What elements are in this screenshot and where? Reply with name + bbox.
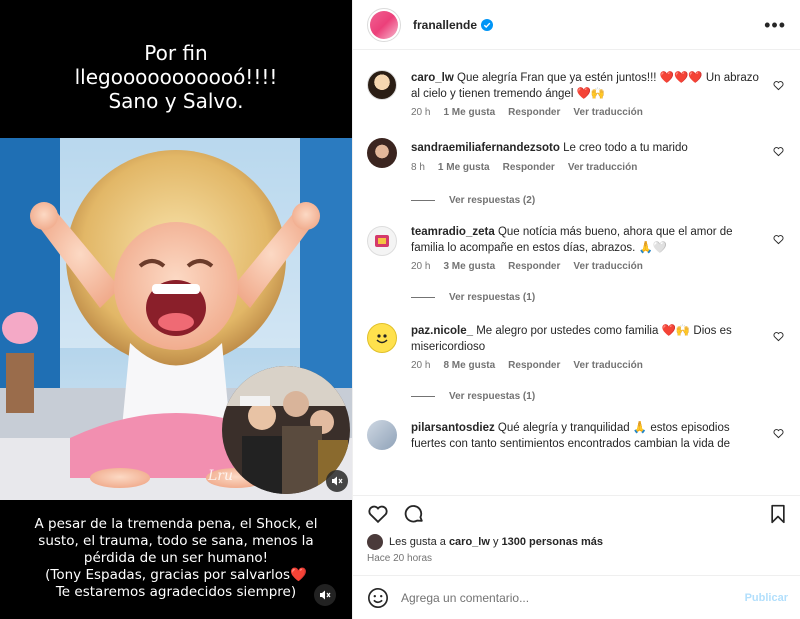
mute-toggle-button[interactable] (326, 470, 348, 492)
comment-item: caro_lw Que alegría Fran que ya estén ju… (367, 70, 786, 118)
like-heart-icon[interactable] (773, 428, 784, 439)
author-avatar-image (370, 10, 398, 39)
comment-time[interactable]: 20 h (411, 261, 430, 272)
like-heart-icon[interactable] (773, 234, 784, 245)
view-replies-label[interactable]: Ver respuestas (1) (449, 292, 535, 303)
post-header: franallende ••• (353, 0, 800, 50)
media-bottom-band: A pesar de la tremenda pena, el Shock, e… (0, 500, 352, 619)
media-illustration: Lru (0, 138, 352, 500)
commenter-avatar[interactable] (367, 70, 397, 100)
liker-username[interactable]: caro_lw (449, 536, 490, 548)
translate-button[interactable]: Ver traducción (573, 107, 642, 118)
comment-username[interactable]: teamradio_zeta (411, 226, 495, 238)
publish-button[interactable]: Publicar (745, 592, 788, 604)
media-top-caption: Por fin llegooooooooooó!!!! Sano y Salvo… (74, 41, 278, 113)
comment-likes[interactable]: 3 Me gusta (443, 261, 495, 272)
reply-button[interactable]: Responder (508, 107, 560, 118)
like-heart-icon[interactable] (773, 331, 784, 342)
comment-input[interactable]: Agrega un comentario... (401, 591, 529, 605)
post-sidebar: franallende ••• caro_lw Que alegría Fran… (352, 0, 800, 619)
speaker-muted-icon (332, 476, 343, 486)
view-replies-button[interactable]: Ver respuestas (2) (411, 195, 786, 206)
view-replies-button[interactable]: Ver respuestas (1) (411, 292, 786, 303)
comment-username[interactable]: caro_lw (411, 72, 454, 84)
post-media[interactable]: Por fin llegooooooooooó!!!! Sano y Salvo… (0, 0, 352, 619)
audio-toggle-button[interactable] (314, 584, 336, 606)
likes-mid: y (492, 536, 499, 548)
like-heart-icon[interactable] (773, 146, 784, 157)
post-timestamp[interactable]: Hace 20 horas (353, 553, 800, 571)
comments-list: caro_lw Que alegría Fran que ya estén ju… (353, 50, 800, 495)
media-top-band: Por fin llegooooooooooó!!!! Sano y Salvo… (0, 0, 352, 138)
comment-item: paz.nicole_ Me alegro por ustedes como f… (367, 323, 786, 371)
commenter-avatar[interactable] (367, 323, 397, 353)
replies-divider (411, 200, 435, 201)
author-avatar[interactable] (367, 7, 401, 42)
translate-button[interactable]: Ver traducción (573, 261, 642, 272)
replies-divider (411, 396, 435, 397)
view-replies-button[interactable]: Ver respuestas (1) (411, 391, 786, 402)
comment-item: pilarsantosdiez Qué alegría y tranquilid… (367, 420, 786, 452)
comment-username[interactable]: pilarsantosdiez (411, 422, 495, 434)
comment-username[interactable]: paz.nicole_ (411, 325, 473, 337)
likes-count[interactable]: 1300 personas más (502, 536, 604, 548)
comment-time[interactable]: 8 h (411, 162, 425, 173)
commenter-avatar[interactable] (367, 226, 397, 256)
commenter-avatar[interactable] (367, 420, 397, 450)
translate-button[interactable]: Ver traducción (568, 162, 637, 173)
likes-prefix: Les gusta a (389, 536, 446, 548)
comment-time[interactable]: 20 h (411, 360, 430, 371)
watermark-text: Lru (208, 468, 234, 484)
comment-username[interactable]: sandraemiliafernandezsoto (411, 142, 560, 154)
comment-text: Le creo todo a tu marido (563, 142, 688, 154)
comment-composer: Agrega un comentario... Publicar (353, 575, 800, 619)
comment-item: teamradio_zeta Que notícia más bueno, ah… (367, 226, 786, 272)
ellipsis-icon[interactable]: ••• (764, 15, 786, 36)
comment-likes[interactable]: 8 Me gusta (443, 360, 495, 371)
team-logo-icon (375, 235, 389, 247)
comment-text: Que alegría Fran que ya estén juntos!!! … (411, 72, 759, 100)
view-replies-label[interactable]: Ver respuestas (2) (449, 195, 535, 206)
author-username[interactable]: franallende (413, 18, 477, 32)
reply-button[interactable]: Responder (508, 261, 560, 272)
smiley-face-icon (376, 334, 388, 344)
replies-divider (411, 297, 435, 298)
comment-item: sandraemiliafernandezsoto Le creo todo a… (367, 138, 786, 173)
reply-button[interactable]: Responder (508, 360, 560, 371)
view-replies-label[interactable]: Ver respuestas (1) (449, 391, 535, 402)
comment-time[interactable]: 20 h (411, 107, 430, 118)
like-heart-icon[interactable] (773, 80, 784, 91)
comment-likes[interactable]: 1 Me gusta (443, 107, 495, 118)
verified-badge-icon (481, 18, 494, 31)
like-heart-icon[interactable] (367, 503, 389, 525)
reply-button[interactable]: Responder (503, 162, 555, 173)
bookmark-icon[interactable] (768, 504, 788, 524)
post-modal: Por fin llegooooooooooó!!!! Sano y Salvo… (0, 0, 800, 619)
commenter-avatar[interactable] (367, 138, 397, 168)
translate-button[interactable]: Ver traducción (573, 360, 642, 371)
comment-bubble-icon[interactable] (403, 503, 425, 525)
comment-likes[interactable]: 1 Me gusta (438, 162, 490, 173)
emoji-picker-icon[interactable] (367, 587, 389, 609)
post-actions-bar (353, 495, 800, 531)
likes-summary: Les gusta a caro_lw y 1300 personas más (353, 531, 800, 553)
media-bottom-caption: A pesar de la tremenda pena, el Shock, e… (34, 516, 318, 600)
speaker-muted-icon (320, 590, 331, 600)
liker-avatar[interactable] (367, 534, 383, 550)
